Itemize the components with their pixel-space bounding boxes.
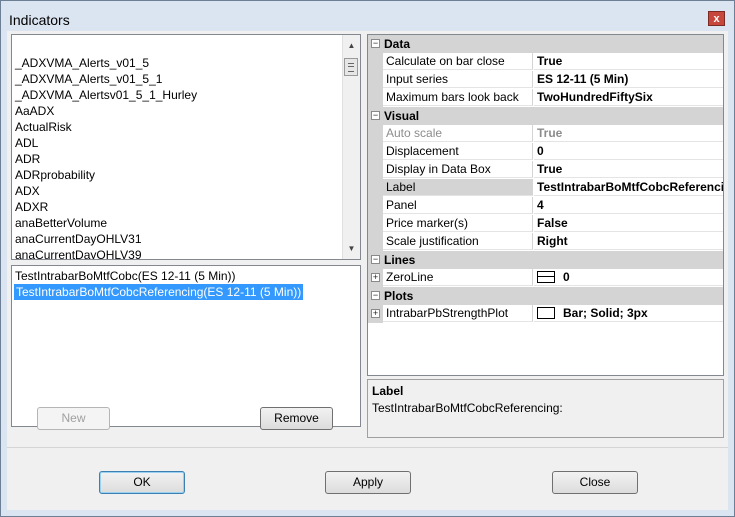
property-name: ZeroLine (383, 269, 533, 286)
property-name: IntrabarPbStrengthPlot (383, 305, 533, 322)
list-item-selected[interactable]: TestIntrabarBoMtfCobcReferencing(ES 12-1… (14, 284, 304, 300)
list-item[interactable]: _ADXVMA_Alerts_v01_5_1 (15, 71, 197, 87)
property-displacement[interactable]: Displacement 0 (368, 143, 723, 161)
list-item[interactable]: anaCurrentDayOHLV31 (15, 231, 197, 247)
close-icon[interactable]: x (708, 11, 725, 26)
close-button[interactable]: Close (552, 471, 638, 494)
property-value: True (534, 125, 723, 142)
property-input-series[interactable]: Input series ES 12-11 (5 Min) (368, 71, 723, 89)
property-description: Label TestIntrabarBoMtfCobcReferencing: (367, 379, 724, 438)
list-item[interactable]: ADX (15, 183, 197, 199)
category-label: Data (384, 37, 411, 51)
list-item[interactable]: _ADXVMA_Alertsv01_5_1_Hurley (15, 87, 197, 103)
list-item[interactable]: _ADXVMA_Alerts_v01_5 (15, 55, 197, 71)
property-value[interactable]: False (534, 215, 723, 232)
line-style-icon (537, 270, 555, 283)
property-value: Bar; Solid; 3px (563, 306, 648, 320)
property-label[interactable]: Label TestIntrabarBoMtfCobcReferencing (368, 179, 723, 197)
applied-indicators-list[interactable]: TestIntrabarBoMtfCobc(ES 12-11 (5 Min)) … (11, 265, 361, 427)
property-value[interactable]: True (534, 53, 723, 70)
collapse-icon[interactable]: − (371, 39, 380, 48)
property-name: Displacement (383, 143, 533, 160)
title-bar: Indicators x (1, 1, 734, 31)
property-name: Price marker(s) (383, 215, 533, 232)
list-item[interactable]: ActualRisk (15, 119, 197, 135)
property-name: Input series (383, 71, 533, 88)
list-item[interactable]: ADL (15, 135, 197, 151)
apply-button[interactable]: Apply (325, 471, 411, 494)
vertical-scrollbar[interactable]: ▲ ▼ (342, 35, 360, 259)
list-item[interactable]: TestIntrabarBoMtfCobc(ES 12-11 (5 Min)) (15, 268, 236, 284)
description-title: Label (372, 384, 404, 398)
property-zeroline[interactable]: + ZeroLine 0 (368, 269, 723, 287)
property-value: 0 (563, 270, 570, 284)
property-value[interactable]: Right (534, 233, 723, 250)
list-item[interactable]: anaCurrentDayOHLV39 (15, 247, 197, 259)
category-lines[interactable]: − Lines (368, 251, 723, 269)
property-name: Label (383, 179, 533, 196)
list-item[interactable]: ADXR (15, 199, 197, 215)
property-calculate-on-bar-close[interactable]: Calculate on bar close True (368, 53, 723, 71)
property-value-plot[interactable]: Bar; Solid; 3px (534, 305, 723, 322)
property-name: Panel (383, 197, 533, 214)
dialog-client: _ADXVMA_Alerts_v01_5 _ADXVMA_Alerts_v01_… (7, 31, 728, 510)
category-label: Plots (384, 289, 414, 303)
plot-color-icon (537, 306, 555, 319)
property-name: Scale justification (383, 233, 533, 250)
property-value-line[interactable]: 0 (534, 269, 723, 286)
expand-icon[interactable]: + (371, 273, 380, 282)
property-price-markers[interactable]: Price marker(s) False (368, 215, 723, 233)
property-value[interactable]: TestIntrabarBoMtfCobcReferencing (534, 179, 723, 196)
expand-icon[interactable]: + (371, 309, 380, 318)
property-value[interactable]: ES 12-11 (5 Min) (534, 71, 723, 88)
list-item[interactable]: ADR (15, 151, 197, 167)
category-label: Lines (384, 253, 416, 267)
scroll-down-icon[interactable]: ▼ (343, 240, 360, 257)
property-grid: − Data Calculate on bar close True Input… (367, 34, 724, 376)
category-visual[interactable]: − Visual (368, 107, 723, 125)
property-value[interactable]: TwoHundredFiftySix (534, 89, 723, 106)
property-intrabar-pb-strength-plot[interactable]: + IntrabarPbStrengthPlot Bar; Solid; 3px (368, 305, 723, 323)
window-title: Indicators (9, 12, 70, 28)
list-item[interactable]: anaBetterVolume (15, 215, 197, 231)
indicator-list[interactable]: _ADXVMA_Alerts_v01_5 _ADXVMA_Alerts_v01_… (11, 34, 361, 260)
property-value[interactable]: 4 (534, 197, 723, 214)
property-value[interactable]: 0 (534, 143, 723, 160)
property-auto-scale[interactable]: Auto scale True (368, 125, 723, 143)
property-display-in-data-box[interactable]: Display in Data Box True (368, 161, 723, 179)
property-name: Maximum bars look back (383, 89, 533, 106)
property-value[interactable]: True (534, 161, 723, 178)
property-maximum-bars-look-back[interactable]: Maximum bars look back TwoHundredFiftySi… (368, 89, 723, 107)
property-scale-justification[interactable]: Scale justification Right (368, 233, 723, 251)
divider (7, 447, 728, 448)
category-data[interactable]: − Data (368, 35, 723, 53)
category-label: Visual (384, 109, 420, 123)
ok-button[interactable]: OK (99, 471, 185, 494)
remove-button[interactable]: Remove (260, 407, 333, 430)
property-name: Display in Data Box (383, 161, 533, 178)
property-name: Auto scale (383, 125, 533, 142)
list-item[interactable]: AaADX (15, 103, 197, 119)
property-name: Calculate on bar close (383, 53, 533, 70)
new-button[interactable]: New (37, 407, 110, 430)
description-text: TestIntrabarBoMtfCobcReferencing: (372, 401, 563, 415)
property-panel[interactable]: Panel 4 (368, 197, 723, 215)
collapse-icon[interactable]: − (371, 255, 380, 264)
scroll-thumb[interactable] (344, 58, 358, 76)
indicators-dialog: Indicators x _ADXVMA_Alerts_v01_5 _ADXVM… (0, 0, 735, 517)
collapse-icon[interactable]: − (371, 111, 380, 120)
collapse-icon[interactable]: − (371, 291, 380, 300)
list-item[interactable]: ADRprobability (15, 167, 197, 183)
category-plots[interactable]: − Plots (368, 287, 723, 305)
scroll-up-icon[interactable]: ▲ (343, 37, 360, 54)
